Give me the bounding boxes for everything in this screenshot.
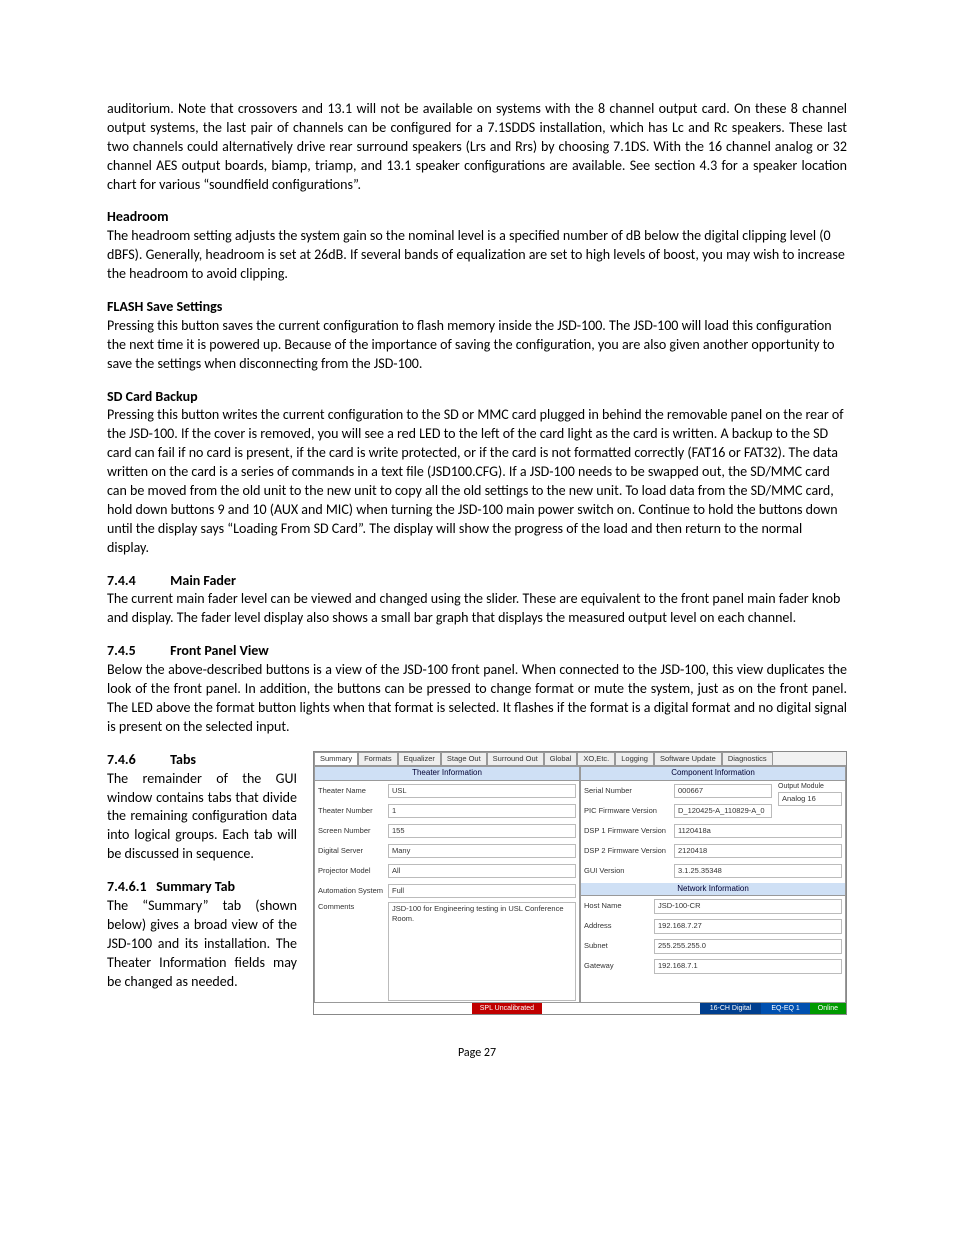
status-bar: SPL Uncalibrated 16-CH Digital EQ-EQ 1 O… <box>314 1003 846 1014</box>
section-746-num: 7.4.6 <box>107 751 167 770</box>
status-mode: 16-CH Digital <box>700 1003 762 1014</box>
tab-summary[interactable]: Summary <box>314 752 358 765</box>
dsp1-field: 1120418a <box>674 824 842 838</box>
automation-system-label: Automation System <box>318 886 388 896</box>
theater-info-panel: Theater Information Theater NameUSL Thea… <box>314 766 580 1003</box>
status-spl: SPL Uncalibrated <box>472 1003 542 1014</box>
section-7461-title: Summary Tab <box>156 878 235 895</box>
screen-number-label: Screen Number <box>318 826 388 836</box>
gateway-label: Gateway <box>584 961 654 971</box>
output-module-field: Analog 16 <box>778 792 842 806</box>
comments-label: Comments <box>318 902 388 912</box>
address-label: Address <box>584 921 654 931</box>
section-744-title: Main Fader <box>170 572 236 589</box>
tab-stage-out[interactable]: Stage Out <box>441 752 487 765</box>
hostname-label: Host Name <box>584 901 654 911</box>
subnet-label: Subnet <box>584 941 654 951</box>
tab-formats[interactable]: Formats <box>358 752 398 765</box>
address-field[interactable]: 192.168.7.27 <box>654 919 842 933</box>
flash-body: Pressing this button saves the current c… <box>107 317 835 372</box>
section-746: 7.4.6 Tabs The remainder of the GUI wind… <box>107 751 297 864</box>
gui-version-field: 3.1.25.35348 <box>674 864 842 878</box>
component-info-panel: Component Information Serial Number00066… <box>580 766 846 1003</box>
tabs-row: Summary Formats Equalizer Stage Out Surr… <box>314 752 846 766</box>
serial-label: Serial Number <box>584 786 674 796</box>
hostname-field[interactable]: JSD-100-CR <box>654 899 842 913</box>
automation-system-field[interactable]: Full <box>388 884 576 898</box>
headroom-body: The headroom setting adjusts the system … <box>107 227 845 282</box>
output-module-label: Output Module <box>778 781 824 792</box>
pic-label: PIC Firmware Version <box>584 806 674 816</box>
component-info-header: Component Information <box>581 767 845 781</box>
pic-field: D_120425-A_110829-A_0 <box>674 804 772 818</box>
tab-logging[interactable]: Logging <box>615 752 654 765</box>
tab-surround-out[interactable]: Surround Out <box>487 752 544 765</box>
section-744-num: 7.4.4 <box>107 572 167 591</box>
theater-number-label: Theater Number <box>318 806 388 816</box>
gui-version-label: GUI Version <box>584 866 674 876</box>
status-online: Online <box>810 1003 846 1014</box>
section-745-body: Below the above-described buttons is a v… <box>107 661 847 735</box>
section-745: 7.4.5 Front Panel View Below the above-d… <box>107 642 847 736</box>
page-number: Page 27 <box>107 1045 847 1061</box>
section-745-title: Front Panel View <box>170 642 269 659</box>
dsp1-label: DSP 1 Firmware Version <box>584 826 674 836</box>
flash-section: FLASH Save Settings Pressing this button… <box>107 298 847 374</box>
section-7461-num: 7.4.6.1 <box>107 878 147 895</box>
subnet-field[interactable]: 255.255.255.0 <box>654 939 842 953</box>
projector-model-field[interactable]: All <box>388 864 576 878</box>
status-eq: EQ-EQ 1 <box>761 1003 809 1014</box>
section-7461: 7.4.6.1 Summary Tab The “Summary” tab (s… <box>107 878 297 991</box>
section-746-title: Tabs <box>170 751 196 768</box>
theater-name-field[interactable]: USL <box>388 784 576 798</box>
section-746-body: The remainder of the GUI window contains… <box>107 770 297 863</box>
digital-server-label: Digital Server <box>318 846 388 856</box>
sdcard-title: SD Card Backup <box>107 388 198 405</box>
tab-diagnostics[interactable]: Diagnostics <box>722 752 773 765</box>
tab-equalizer[interactable]: Equalizer <box>398 752 441 765</box>
section-7461-body: The “Summary” tab (shown below) gives a … <box>107 897 297 990</box>
dsp2-field: 2120418 <box>674 844 842 858</box>
dsp2-label: DSP 2 Firmware Version <box>584 846 674 856</box>
tab-xo[interactable]: XO,Etc. <box>577 752 615 765</box>
network-info-header: Network Information <box>581 883 845 897</box>
body-paragraph: auditorium. Note that crossovers and 13.… <box>107 100 847 194</box>
serial-field: 000667 <box>674 784 772 798</box>
gateway-field[interactable]: 192.168.7.1 <box>654 959 842 973</box>
headroom-section: Headroom The headroom setting adjusts th… <box>107 208 847 284</box>
summary-tab-screenshot: Summary Formats Equalizer Stage Out Surr… <box>313 751 847 1015</box>
section-744-body: The current main fader level can be view… <box>107 590 840 626</box>
comments-field[interactable]: JSD-100 for Engineering testing in USL C… <box>388 902 576 1001</box>
section-744: 7.4.4 Main Fader The current main fader … <box>107 572 847 629</box>
screen-number-field[interactable]: 155 <box>388 824 576 838</box>
flash-title: FLASH Save Settings <box>107 298 222 315</box>
headroom-title: Headroom <box>107 208 169 225</box>
projector-model-label: Projector Model <box>318 866 388 876</box>
theater-number-field[interactable]: 1 <box>388 804 576 818</box>
sdcard-section: SD Card Backup Pressing this button writ… <box>107 388 847 558</box>
sdcard-body: Pressing this button writes the current … <box>107 406 844 555</box>
tab-global[interactable]: Global <box>544 752 578 765</box>
tab-software-update[interactable]: Software Update <box>654 752 722 765</box>
theater-name-label: Theater Name <box>318 786 388 796</box>
section-745-num: 7.4.5 <box>107 642 167 661</box>
digital-server-field[interactable]: Many <box>388 844 576 858</box>
theater-info-header: Theater Information <box>315 767 579 781</box>
